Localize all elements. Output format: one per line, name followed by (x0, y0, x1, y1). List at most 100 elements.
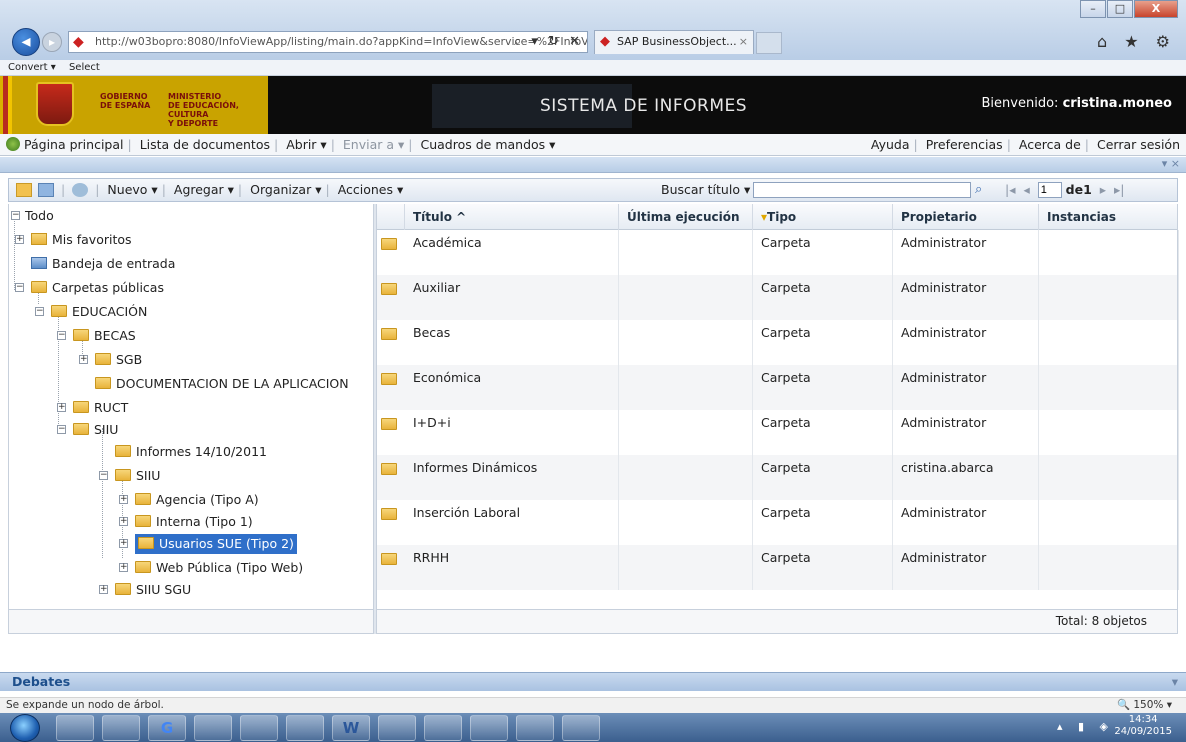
column-title[interactable]: Título ^ (405, 204, 619, 230)
taskbar-app-5[interactable] (240, 715, 278, 741)
collapse-icon[interactable]: − (11, 211, 20, 220)
tree-node-sgb[interactable]: + SGB (75, 350, 142, 370)
menu-document-list[interactable]: Lista de documentos (140, 137, 270, 152)
taskbar-app-4[interactable] (194, 715, 232, 741)
tree-node-becas[interactable]: − BECAS (53, 326, 136, 346)
column-owner[interactable]: Propietario (893, 204, 1039, 230)
cell-title[interactable]: Inserción Laboral (405, 500, 619, 545)
collapse-icon[interactable]: − (57, 425, 66, 434)
tree-node-root[interactable]: − Todo (11, 206, 54, 226)
cell-title[interactable]: I+D+i (405, 410, 619, 455)
table-row[interactable]: I+D+i Carpeta Administrator (377, 410, 1179, 455)
collapse-icon[interactable]: − (15, 283, 24, 292)
collapse-icon[interactable]: − (99, 471, 108, 480)
table-row[interactable]: Inserción Laboral Carpeta Administrator (377, 500, 1179, 545)
search-scope-dropdown[interactable]: Buscar título ▾ (661, 182, 750, 197)
tree-node-documentation[interactable]: DOCUMENTACION DE LA APLICACION (75, 374, 349, 394)
select-button[interactable]: Select (69, 62, 100, 73)
tree-node-educacion[interactable]: − EDUCACIÓN (31, 302, 147, 322)
start-button[interactable] (10, 714, 40, 742)
table-row[interactable]: Informes Dinámicos Carpeta cristina.abarca (377, 455, 1179, 500)
browser-tab[interactable]: ◆ SAP BusinessObject... × (594, 30, 754, 54)
category-view-icon[interactable] (38, 183, 54, 197)
table-row[interactable]: RRHH Carpeta Administrator (377, 545, 1179, 590)
menu-about[interactable]: Acerca de (1019, 137, 1081, 152)
menu-preferences[interactable]: Preferencias (926, 137, 1003, 152)
taskbar-app-3[interactable]: G (148, 715, 186, 741)
cell-title[interactable]: Auxiliar (405, 275, 619, 320)
column-instances[interactable]: Instancias (1039, 204, 1179, 230)
table-row[interactable]: Becas Carpeta Administrator (377, 320, 1179, 365)
tree-node-siiu-sgu[interactable]: + SIIU SGU (95, 580, 191, 600)
cell-title[interactable]: Informes Dinámicos (405, 455, 619, 500)
cell-title[interactable]: Económica (405, 365, 619, 410)
taskbar-app-6[interactable] (286, 715, 324, 741)
expand-icon[interactable]: + (119, 563, 128, 572)
column-type[interactable]: ▾Tipo (753, 204, 893, 230)
column-last-run[interactable]: Última ejecución (619, 204, 753, 230)
next-page-button[interactable]: ▸ (1100, 182, 1106, 197)
expand-icon[interactable]: + (99, 585, 108, 594)
table-row[interactable]: Académica Carpeta Administrator (377, 230, 1179, 275)
cell-title[interactable]: Académica (405, 230, 619, 275)
maximize-button[interactable]: □ (1107, 0, 1133, 18)
actions-menu[interactable]: Acciones ▾ (338, 182, 404, 197)
menu-logout[interactable]: Cerrar sesión (1097, 137, 1180, 152)
expand-icon[interactable]: + (119, 517, 128, 526)
back-button[interactable]: ◂ (12, 28, 40, 56)
taskbar-app-7[interactable]: W (332, 715, 370, 741)
convert-button[interactable]: Convert ▾ (8, 62, 56, 73)
taskbar-app-11[interactable] (516, 715, 554, 741)
address-bar[interactable]: ◆ http://w03bopro:8080/InfoViewApp/listi… (68, 31, 588, 53)
expand-icon[interactable]: + (79, 355, 88, 364)
collapse-icon[interactable]: − (57, 331, 66, 340)
taskbar-app-10[interactable] (470, 715, 508, 741)
taskbar-app-8[interactable] (378, 715, 416, 741)
tree-node-web-publica[interactable]: + Web Pública (Tipo Web) (115, 558, 303, 578)
refresh-icon[interactable] (72, 183, 89, 197)
collapse-icon[interactable]: − (35, 307, 44, 316)
cell-title[interactable]: Becas (405, 320, 619, 365)
last-page-button[interactable]: ▸| (1114, 182, 1125, 197)
forward-button[interactable]: ▸ (42, 32, 62, 52)
first-page-button[interactable]: |◂ (1005, 182, 1016, 197)
zoom-control[interactable]: 🔍 150% ▾ (1117, 698, 1172, 713)
search-icon[interactable]: ⌕ (975, 181, 993, 199)
tree-node-informes-2011[interactable]: Informes 14/10/2011 (95, 442, 267, 462)
browser-toolbar-icons[interactable]: ⌂ ★ ⚙ (1097, 32, 1176, 51)
minimize-button[interactable]: – (1080, 0, 1106, 18)
tree-node-usuarios-sue[interactable]: + Usuarios SUE (Tipo 2) (115, 534, 297, 554)
system-tray[interactable]: ▴ ▮ ◈ (1057, 720, 1114, 733)
table-row[interactable]: Auxiliar Carpeta Administrator (377, 275, 1179, 320)
new-menu[interactable]: Nuevo ▾ (107, 182, 157, 197)
page-number-input[interactable] (1037, 182, 1062, 198)
tree-node-public-folders[interactable]: − Carpetas públicas (11, 278, 164, 298)
table-row[interactable]: Económica Carpeta Administrator (377, 365, 1179, 410)
menu-open[interactable]: Abrir ▾ (286, 137, 327, 152)
debates-panel-header[interactable]: Debates ▾ (0, 672, 1186, 691)
tree-node-ruct[interactable]: + RUCT (53, 398, 128, 418)
expand-icon[interactable]: + (57, 403, 66, 412)
menu-help[interactable]: Ayuda (871, 137, 910, 152)
expand-icon[interactable]: + (15, 235, 24, 244)
tab-close-button[interactable]: × (739, 31, 748, 53)
taskbar-app-2[interactable] (102, 715, 140, 741)
address-tools[interactable]: ⌕ ▾ ↻ ✕ (514, 32, 583, 52)
menu-dashboards[interactable]: Cuadros de mandos ▾ (420, 137, 555, 152)
close-window-button[interactable]: X (1134, 0, 1178, 18)
taskbar-app-12[interactable] (562, 715, 600, 741)
add-menu[interactable]: Agregar ▾ (174, 182, 234, 197)
tree-node-inbox[interactable]: Bandeja de entrada (11, 254, 175, 274)
debates-toggle[interactable]: ▾ (1172, 673, 1178, 691)
expand-icon[interactable]: + (119, 539, 128, 548)
taskbar-app-1[interactable] (56, 715, 94, 741)
expand-icon[interactable]: + (119, 495, 128, 504)
tree-node-interna[interactable]: + Interna (Tipo 1) (115, 512, 253, 532)
organize-menu[interactable]: Organizar ▾ (250, 182, 321, 197)
panel-controls[interactable]: ▾ × (1162, 157, 1180, 170)
prev-page-button[interactable]: ◂ (1023, 182, 1029, 197)
taskbar-app-9[interactable] (424, 715, 462, 741)
cell-title[interactable]: RRHH (405, 545, 619, 590)
menu-home[interactable]: Página principal (24, 137, 123, 152)
search-input[interactable] (753, 182, 971, 198)
